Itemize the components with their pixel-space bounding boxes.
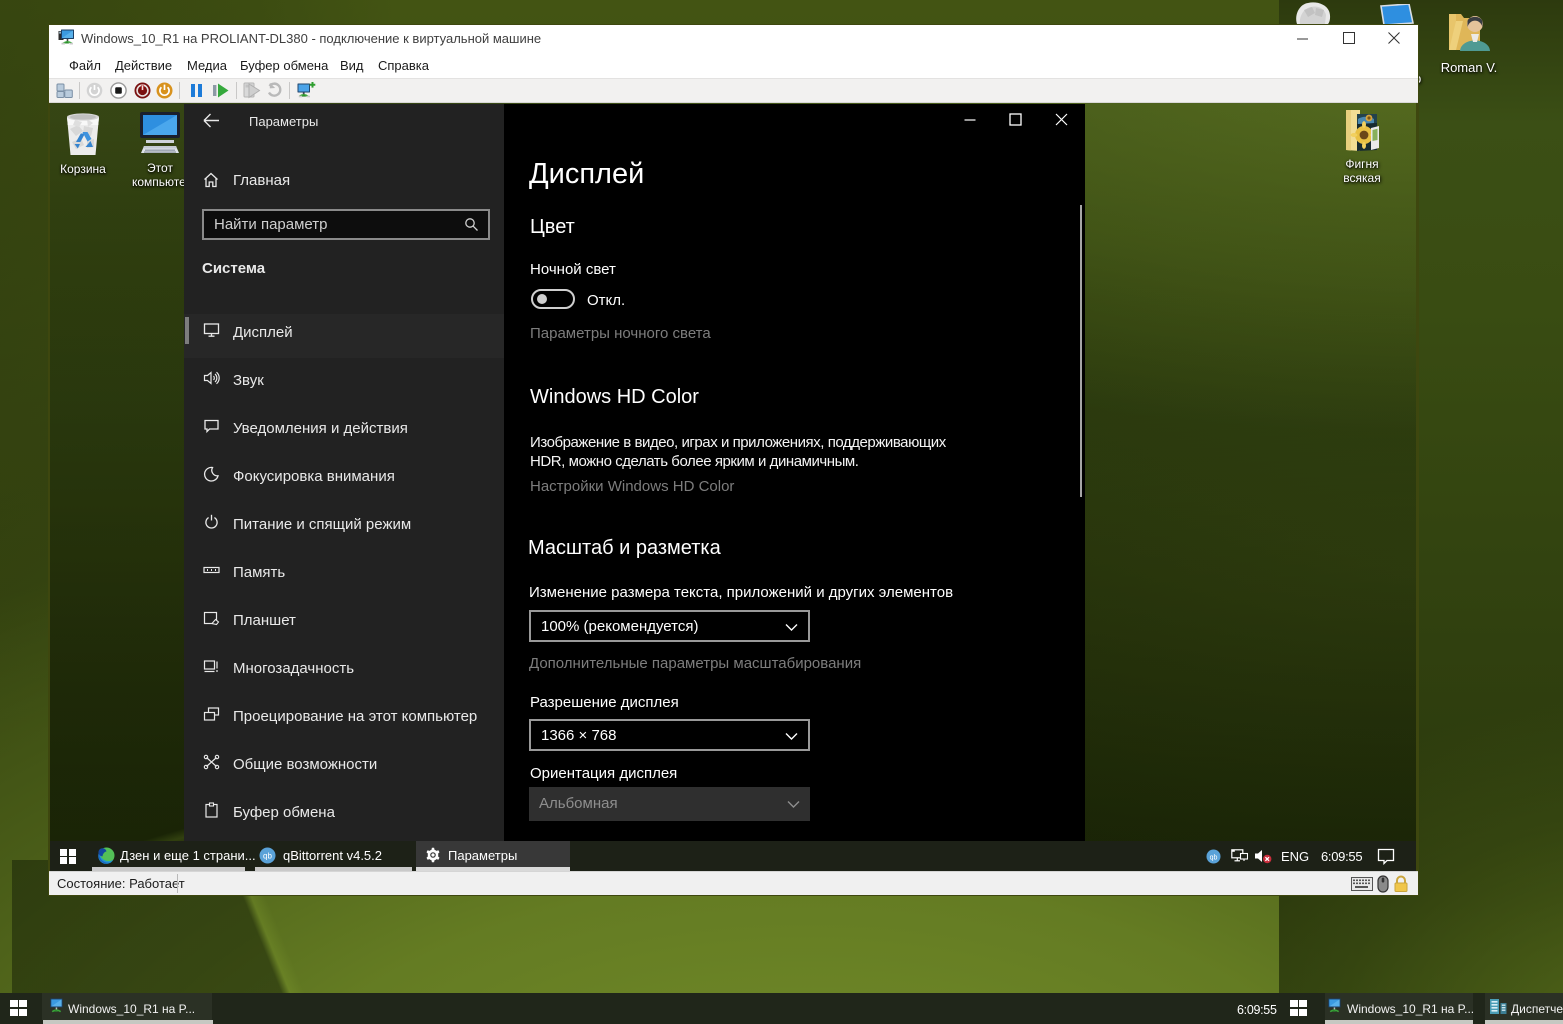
svg-text:qb: qb (263, 852, 272, 861)
svg-text:qb: qb (1210, 854, 1218, 861)
